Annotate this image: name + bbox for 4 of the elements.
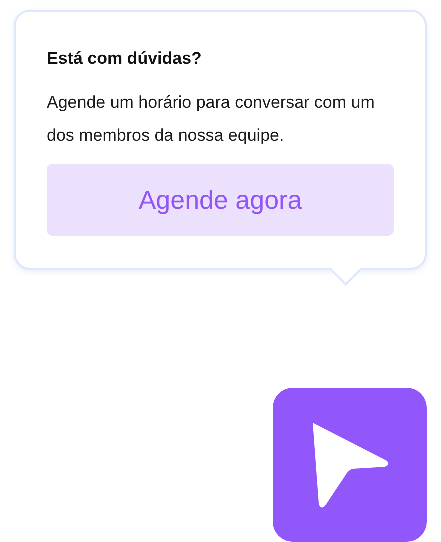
cursor-launcher-button[interactable]	[273, 388, 427, 542]
popover-text: Agende um horário para conversar com um dos membros da nossa equipe.	[47, 92, 376, 147]
popover-title: Está com dúvidas?	[47, 48, 203, 70]
schedule-button[interactable]: Agende agora	[47, 164, 394, 236]
